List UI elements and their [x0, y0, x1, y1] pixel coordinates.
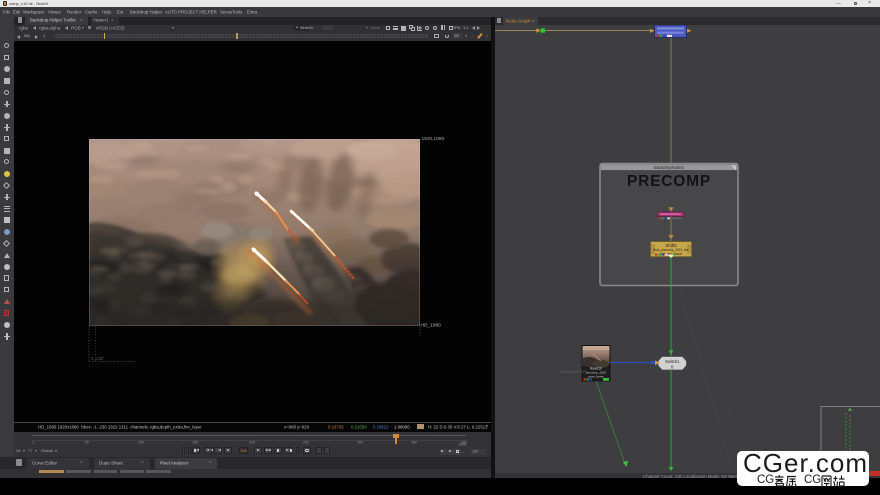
- svg-text:aces_linear: aces_linear: [588, 374, 603, 378]
- svg-text:-1,-230: -1,-230: [90, 356, 104, 361]
- svg-text:BackdropNode3: BackdropNode3: [654, 164, 685, 169]
- svg-text:Shift3: Shift3: [665, 242, 677, 247]
- svg-text:Channel Count: 11E Localizati: Channel Count: 11E Localization Mode: On…: [643, 473, 738, 478]
- svg-text:final_precomp_1024: final_precomp_1024: [559, 369, 587, 373]
- svg-text:PRECOMP: PRECOMP: [627, 173, 711, 190]
- svg-text:HD_1080: HD_1080: [421, 323, 442, 329]
- svg-text:1920,1080: 1920,1080: [422, 136, 445, 142]
